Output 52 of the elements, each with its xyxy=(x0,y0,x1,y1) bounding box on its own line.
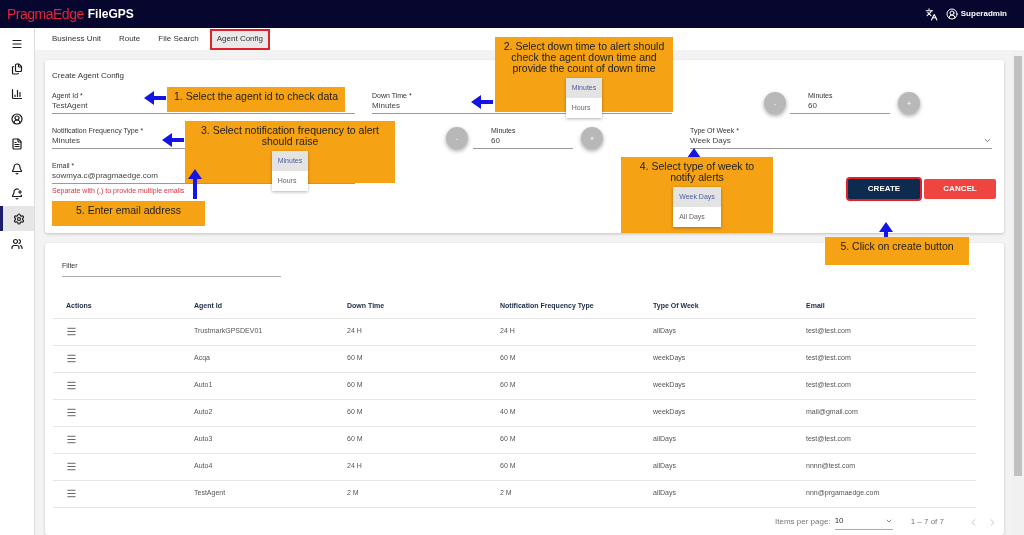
people-icon xyxy=(11,237,23,250)
tab[interactable]: File Search xyxy=(151,28,206,50)
callout-text: 5. Click on create button xyxy=(839,241,955,252)
row-menu-icon[interactable] xyxy=(66,353,77,364)
field-value: TestAgent xyxy=(52,100,88,111)
callout-text: 3. Select notification frequency to alert should raise xyxy=(200,125,380,147)
row-menu-icon[interactable] xyxy=(66,407,77,418)
pointer-arrow xyxy=(687,148,701,157)
bell-icon xyxy=(11,162,23,175)
user-icon[interactable] xyxy=(945,8,958,20)
callout-text: 4. Select type of week to notify alerts xyxy=(638,161,756,183)
field-value: 60 xyxy=(491,135,501,146)
translate-icon[interactable] xyxy=(924,7,938,21)
field-value: 60 xyxy=(808,100,818,111)
pointer-arrow xyxy=(144,91,166,105)
bar-chart-icon xyxy=(11,87,23,100)
row-menu-icon[interactable] xyxy=(66,461,77,472)
tab[interactable]: Business Unit xyxy=(45,28,108,50)
tab[interactable]: Agent Config xyxy=(209,28,270,50)
callout-text: 5. Enter email address xyxy=(74,205,183,216)
field-value: Week Days xyxy=(690,135,731,146)
field-value: Minutes xyxy=(372,100,400,111)
user-name[interactable]: Superadmin xyxy=(960,8,1007,20)
page-range: 1 – 7 of 7 xyxy=(910,516,944,528)
menu-icon xyxy=(11,37,23,50)
pointer-arrow xyxy=(879,222,893,237)
document-icon xyxy=(11,137,23,150)
dropdown-icon xyxy=(983,136,992,145)
files-icon xyxy=(11,62,23,75)
row-menu-icon[interactable] xyxy=(66,326,77,337)
row-menu-icon[interactable] xyxy=(66,434,77,445)
pointer-arrow xyxy=(471,95,493,109)
callout-text: 1. Select the agent id to check data xyxy=(173,91,339,102)
items-per-page-label: Items per page: xyxy=(775,516,831,528)
product-name: FileGPS xyxy=(87,6,134,23)
page-size-select[interactable]: 10 xyxy=(834,514,893,530)
brand-logo: PragmaEdge xyxy=(7,4,84,24)
row-menu-icon[interactable] xyxy=(66,488,77,499)
field-value: sowmya.c@pragmaedge.com xyxy=(52,170,158,181)
cancel-button[interactable]: CANCEL xyxy=(924,179,996,199)
create-button[interactable]: CREATE xyxy=(848,179,920,199)
settings-icon xyxy=(12,212,25,225)
sidebar-item[interactable] xyxy=(0,206,34,231)
bell-plus-icon xyxy=(11,187,23,200)
form-title: Create Agent Config xyxy=(52,70,125,82)
row-menu-icon[interactable] xyxy=(66,380,77,391)
field-value: Minutes xyxy=(52,135,80,146)
callout-text: 2. Select down time to alert should check the agent down time and provide the count of down time xyxy=(502,41,666,74)
user-icon xyxy=(11,112,23,125)
pointer-arrow xyxy=(162,133,184,147)
pointer-arrow xyxy=(188,169,202,199)
tab[interactable]: Route xyxy=(111,28,148,50)
